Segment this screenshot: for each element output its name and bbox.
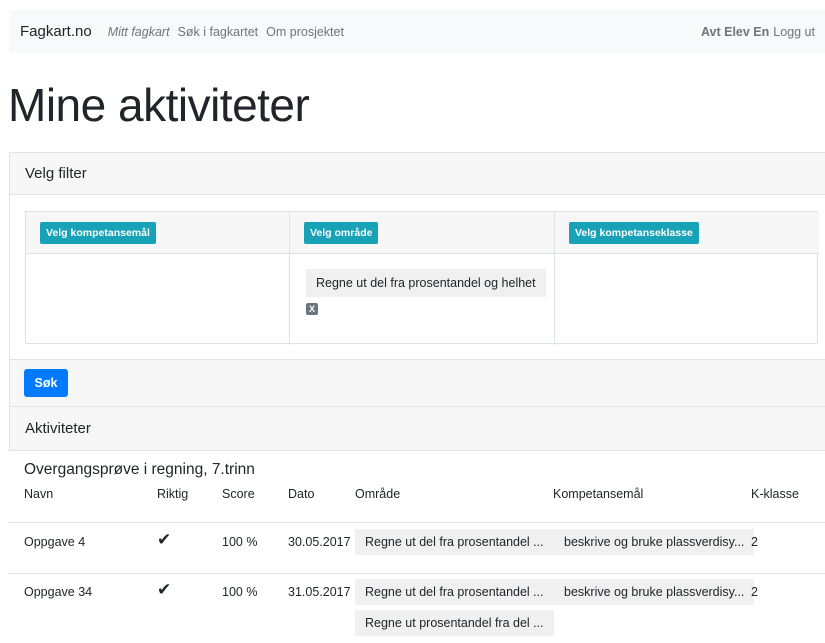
nav-sok-i-fagkartet[interactable]: Søk i fagkartet xyxy=(178,25,259,39)
col-header-k-klasse: K-klasse xyxy=(751,487,799,501)
check-icon: ✔ xyxy=(157,530,172,549)
row-kclass: 2 xyxy=(751,535,758,549)
filter-cell-kompetansemal xyxy=(26,254,290,345)
user-name[interactable]: Avt Elev En xyxy=(701,25,769,39)
row-goal-chip: beskrive og bruke plassverdisy... xyxy=(554,579,755,605)
col-header-navn: Navn xyxy=(24,487,54,501)
filter-cell-omrade: Regne ut del fra prosentandel og helhet … xyxy=(290,254,555,345)
row-date: 31.05.2017 xyxy=(288,585,351,599)
table-divider xyxy=(9,573,825,574)
filter-table: Velg kompetansemål Velg område Velg komp… xyxy=(25,211,819,345)
filter-header-label: Velg filter xyxy=(25,165,87,182)
page-title: Mine aktiviteter xyxy=(8,79,310,131)
row-score: 100 % xyxy=(222,535,258,549)
check-icon: ✔ xyxy=(157,580,172,599)
row-area-chip: Regne ut prosentandel fra del ... xyxy=(355,610,554,636)
row-name: Oppgave 34 xyxy=(24,585,93,599)
activities-card-header: Aktiviteter xyxy=(9,406,825,451)
col-header-kompetansemal: Kompetansemål xyxy=(553,487,644,501)
col-header-score: Score xyxy=(222,487,255,501)
velg-kompetanseklasse-button[interactable]: Velg kompetanseklasse xyxy=(569,221,699,244)
row-name: Oppgave 4 xyxy=(24,535,86,549)
top-navbar: Fagkart.no Mitt fagkart Søk i fagkartet … xyxy=(9,10,825,53)
logout-link[interactable]: Logg ut xyxy=(773,25,815,39)
filter-card-footer xyxy=(9,359,825,407)
remove-filter-icon[interactable]: X xyxy=(306,303,318,315)
row-goal-chip: beskrive og bruke plassverdisy... xyxy=(554,529,755,555)
test-title: Overgangsprøve i regning, 7.trinn xyxy=(24,461,255,478)
filter-col-kompetanseklasse: Velg kompetanseklasse xyxy=(555,212,819,254)
nav-user-area: Avt Elev En Logg ut xyxy=(701,25,825,39)
filter-cell-kompetanseklasse xyxy=(555,254,819,345)
row-area-chip: Regne ut del fra prosentandel ... xyxy=(355,579,554,605)
row-date: 30.05.2017 xyxy=(288,535,351,549)
row-score: 100 % xyxy=(222,585,258,599)
velg-kompetansemal-button[interactable]: Velg kompetansemål xyxy=(40,221,156,244)
col-header-omrade: Område xyxy=(355,487,401,501)
selected-area-chip: Regne ut del fra prosentandel og helhet xyxy=(306,269,546,297)
search-button[interactable]: Søk xyxy=(24,369,68,397)
brand-link[interactable]: Fagkart.no xyxy=(20,23,92,40)
col-header-dato: Dato xyxy=(288,487,315,501)
filter-card-header: Velg filter xyxy=(9,152,825,195)
filter-col-omrade: Velg område xyxy=(290,212,555,254)
row-kclass: 2 xyxy=(751,585,758,599)
filter-col-kompetansemal: Velg kompetansemål xyxy=(26,212,290,254)
nav-om-prosjektet[interactable]: Om prosjektet xyxy=(266,25,344,39)
col-header-riktig: Riktig xyxy=(157,487,189,501)
velg-omrade-button[interactable]: Velg område xyxy=(304,221,379,244)
nav-mitt-fagkart[interactable]: Mitt fagkart xyxy=(108,25,170,39)
table-divider xyxy=(9,522,825,523)
row-area-chip: Regne ut del fra prosentandel ... xyxy=(355,529,554,555)
activities-header-label: Aktiviteter xyxy=(25,420,91,437)
